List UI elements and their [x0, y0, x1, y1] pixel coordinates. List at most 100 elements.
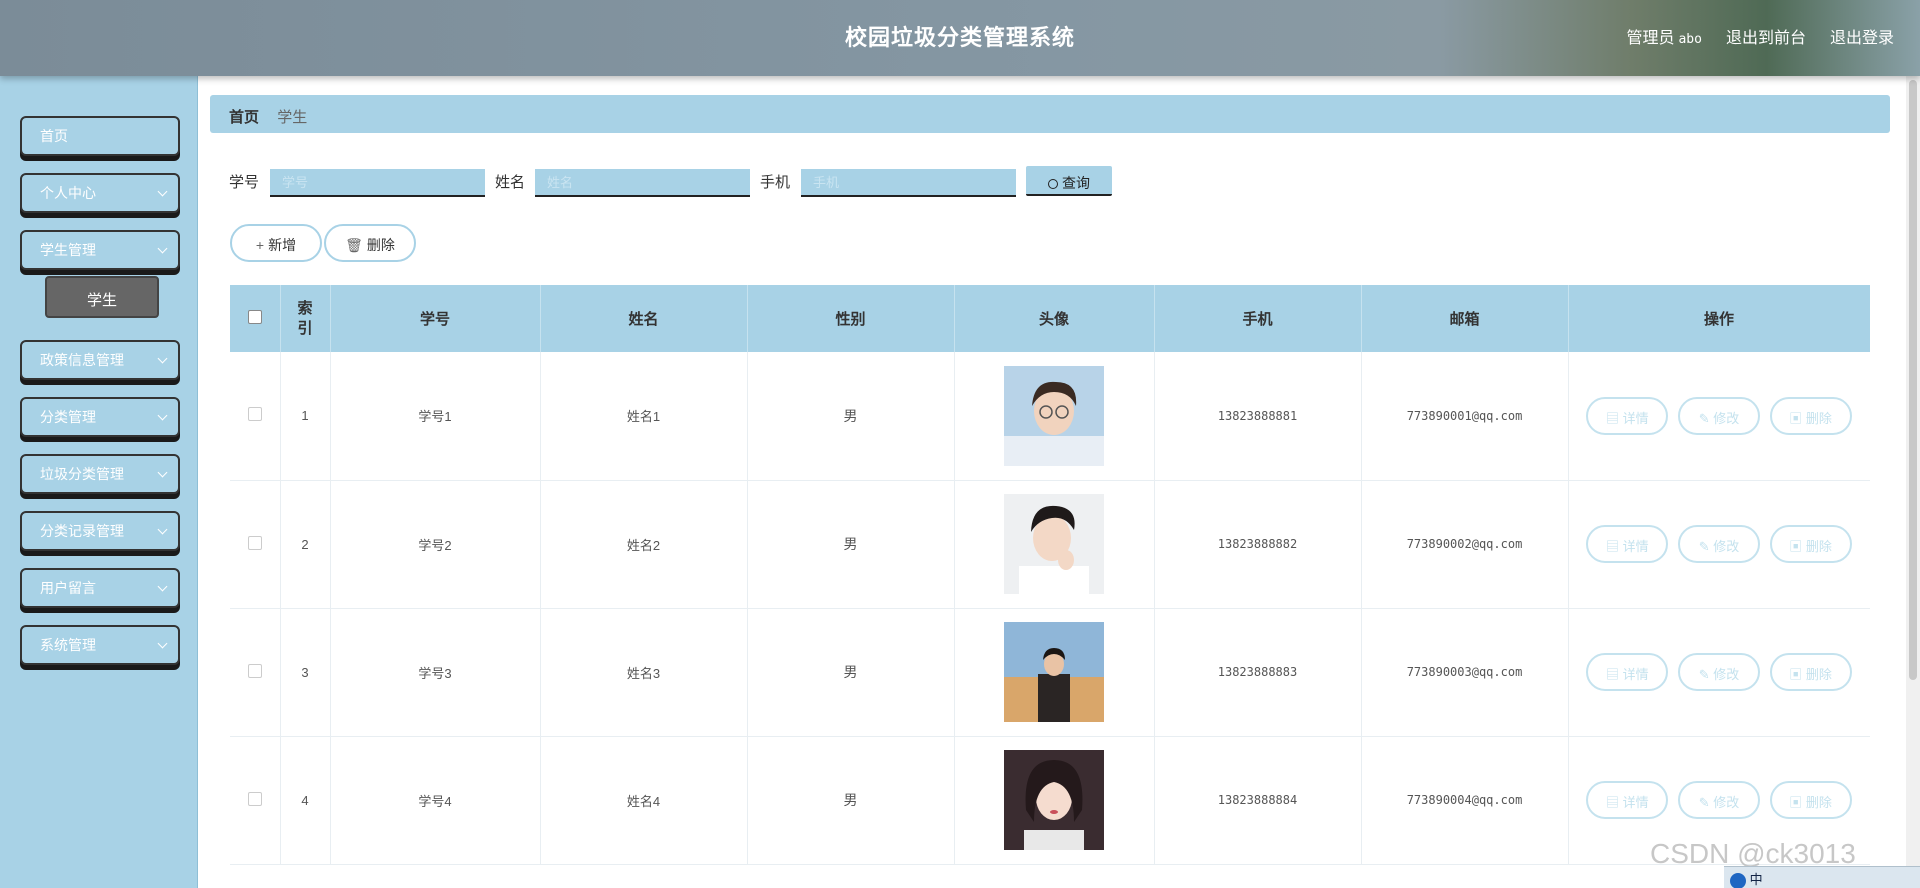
- edit-label: 修改: [1713, 539, 1740, 554]
- column-header: 索引: [280, 285, 331, 352]
- name-input[interactable]: [535, 169, 750, 197]
- edit-button[interactable]: ✎ 修改: [1678, 653, 1760, 691]
- breadcrumb-home[interactable]: 首页: [229, 109, 259, 126]
- student-id-input[interactable]: [270, 169, 485, 197]
- cell-gender: 男: [747, 480, 955, 609]
- header-actions: 管理员 abo 退出到前台 退出登录: [1626, 24, 1894, 48]
- column-header: 头像: [954, 285, 1155, 352]
- trash-icon: 🗑︎: [345, 237, 363, 253]
- delete-button[interactable]: ▣ 删除: [1769, 525, 1852, 563]
- edit-button[interactable]: ✎ 修改: [1678, 525, 1760, 563]
- cell-email: 773890002@qq.com: [1361, 480, 1569, 609]
- detail-button[interactable]: ▤ 详情: [1586, 525, 1669, 563]
- detail-label: 详情: [1622, 539, 1649, 554]
- column-header: 手机: [1154, 285, 1362, 352]
- table-row: 2 学号2 姓名2 男 13823888882 773890002@qq.com…: [230, 480, 1870, 609]
- to-frontend-link[interactable]: 退出到前台: [1726, 24, 1806, 48]
- delete-label: 删除: [1805, 410, 1832, 426]
- row-checkbox[interactable]: [247, 791, 262, 806]
- row-checkbox[interactable]: [247, 663, 262, 678]
- cell-index: 1: [280, 352, 331, 481]
- logout-link[interactable]: 退出登录: [1830, 24, 1894, 48]
- sidebar-item-system-management[interactable]: 系统管理: [20, 625, 180, 665]
- ime-mode: 中: [1749, 872, 1763, 887]
- add-button[interactable]: + 新增: [230, 224, 322, 262]
- chevron-down-icon: [157, 467, 168, 478]
- sidebar-item-label: 分类记录管理: [40, 523, 124, 539]
- detail-button[interactable]: ▤ 详情: [1586, 781, 1669, 819]
- cell-name: 姓名3: [540, 608, 748, 737]
- avatar: [1004, 750, 1104, 850]
- chevron-down-icon: [157, 410, 168, 421]
- cell-gender: 男: [747, 352, 955, 481]
- table-row: 1 学号1 姓名1 男 13823888881 773890001@qq.com…: [230, 352, 1870, 481]
- edit-label: 修改: [1713, 410, 1740, 426]
- delete-button[interactable]: ▣ 删除: [1769, 781, 1852, 819]
- column-header: 性别: [747, 285, 955, 352]
- sidebar-item-label: 学生管理: [40, 242, 96, 258]
- chevron-down-icon: [157, 524, 168, 535]
- cell-email: 773890001@qq.com: [1361, 352, 1569, 481]
- delete-label: 删除: [1805, 667, 1832, 682]
- page-scrollbar[interactable]: [1906, 76, 1920, 888]
- row-checkbox[interactable]: [247, 407, 262, 422]
- cell-index: 2: [280, 480, 331, 609]
- column-header: 操作: [1568, 285, 1870, 352]
- delete-button[interactable]: ▣ 删除: [1769, 396, 1852, 435]
- detail-icon: ▤: [1606, 539, 1623, 554]
- scrollbar-thumb[interactable]: [1909, 80, 1917, 680]
- sidebar-item-category-management[interactable]: 分类管理: [20, 397, 180, 437]
- table-row: 3 学号3 姓名3 男 13823888883 773890003@qq.com…: [230, 608, 1870, 737]
- plus-icon: +: [255, 237, 265, 253]
- sidebar-subitem-student[interactable]: 学生: [45, 276, 159, 318]
- system-tray: 中: [1724, 866, 1920, 888]
- chevron-down-icon: [157, 243, 168, 254]
- cell-actions: ▤ 详情 ✎ 修改 ▣ 删除: [1568, 352, 1870, 481]
- batch-delete-button[interactable]: 🗑︎ 删除: [324, 224, 416, 262]
- detail-button[interactable]: ▤ 详情: [1586, 653, 1669, 691]
- admin-info: 管理员 abo: [1626, 24, 1702, 48]
- sidebar-item-record-management[interactable]: 分类记录管理: [20, 511, 180, 551]
- sidebar-item-home[interactable]: 首页: [20, 116, 180, 156]
- sidebar-item-garbage-management[interactable]: 垃圾分类管理: [20, 454, 180, 494]
- sidebar-item-label: 分类管理: [40, 409, 96, 425]
- trash-icon: ▣: [1789, 667, 1806, 682]
- select-all-cell: [230, 285, 281, 352]
- chevron-down-icon: [157, 581, 168, 592]
- row-checkbox[interactable]: [247, 535, 262, 550]
- cell-actions: ▤ 详情 ✎ 修改 ▣ 删除: [1568, 608, 1870, 737]
- select-all-checkbox[interactable]: [247, 309, 262, 324]
- cell-index: 3: [280, 608, 331, 737]
- cell-name: 姓名4: [540, 736, 748, 865]
- sidebar-item-label: 系统管理: [40, 637, 96, 653]
- avatar: [1004, 494, 1104, 594]
- student-table: 索引 学号 姓名 性别 头像 手机 邮箱 操作 1 学号1 姓名1 男 1382…: [230, 285, 1870, 888]
- detail-button[interactable]: ▤ 详情: [1586, 396, 1669, 435]
- trash-icon: ▣: [1789, 539, 1806, 554]
- sidebar-item-student-management[interactable]: 学生管理: [20, 230, 180, 270]
- delete-button[interactable]: ▣ 删除: [1769, 653, 1852, 691]
- delete-label: 删除: [1805, 795, 1832, 810]
- ime-icon: [1730, 872, 1746, 888]
- sidebar: 首页 个人中心 学生管理 学生 政策信息管理 分类管理 垃圾分类管理 分类记录管…: [0, 76, 198, 888]
- phone-input[interactable]: [801, 169, 1016, 197]
- cell-student-id: 学号2: [330, 480, 541, 609]
- cell-avatar: [954, 480, 1155, 609]
- cell-avatar: [954, 736, 1155, 865]
- sidebar-item-personal-center[interactable]: 个人中心: [20, 173, 180, 213]
- cell-name: 姓名1: [540, 352, 748, 481]
- edit-button[interactable]: ✎ 修改: [1678, 396, 1760, 435]
- detail-icon: ▤: [1606, 410, 1623, 426]
- sidebar-item-policy-management[interactable]: 政策信息管理: [20, 340, 180, 380]
- cell-gender: 男: [747, 608, 955, 737]
- delete-label: 删除: [1805, 539, 1832, 554]
- edit-label: 修改: [1713, 667, 1740, 682]
- sidebar-item-user-messages[interactable]: 用户留言: [20, 568, 180, 608]
- cell-name: 姓名2: [540, 480, 748, 609]
- delete-label: 删除: [366, 237, 395, 253]
- pencil-icon: ✎: [1698, 795, 1714, 810]
- column-header: 邮箱: [1361, 285, 1569, 352]
- table-header-row: 索引 学号 姓名 性别 头像 手机 邮箱 操作: [230, 285, 1870, 352]
- query-button[interactable]: 查询: [1026, 166, 1112, 196]
- edit-button[interactable]: ✎ 修改: [1678, 781, 1760, 819]
